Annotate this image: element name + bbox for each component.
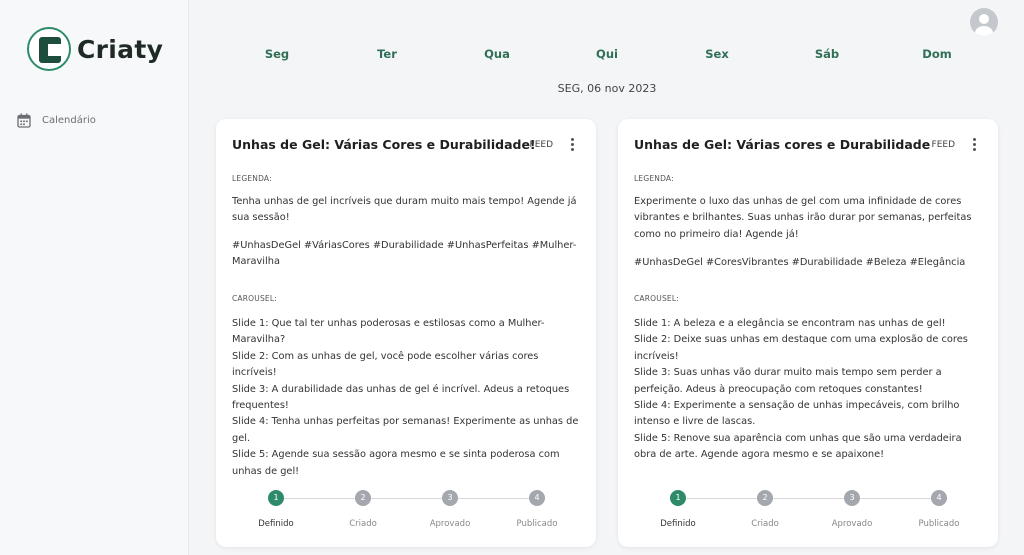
- carousel-slides: Slide 1: A beleza e a elegância se encon…: [634, 316, 984, 464]
- carousel-label: CAROUSEL:: [634, 294, 679, 303]
- status-stepper: 1 2 3 4 Definido Criado Aprovado Publica…: [618, 490, 998, 535]
- day-sab[interactable]: Sáb: [815, 47, 839, 61]
- more-options-icon[interactable]: [568, 138, 576, 152]
- post-type-badge: FEED: [931, 140, 955, 150]
- step-connector: [284, 498, 363, 499]
- step-4[interactable]: 4: [931, 490, 947, 506]
- day-sex[interactable]: Sex: [705, 47, 729, 61]
- weekday-header: Seg Ter Qua Qui Sex Sáb Dom: [0, 47, 1024, 61]
- carousel-slide: Slide 4: Experimente a sensação de unhas…: [634, 400, 960, 428]
- step-connector: [371, 498, 450, 499]
- day-qua[interactable]: Qua: [484, 47, 510, 61]
- hashtags-text: #UnhasDeGel #CoresVibrantes #Durabilidad…: [634, 257, 966, 268]
- sidebar: Criaty Calendário: [0, 0, 189, 555]
- carousel-slide: Slide 3: A durabilidade das unhas de gel…: [232, 383, 570, 412]
- selected-date: SEG, 06 nov 2023: [557, 82, 657, 95]
- step-label: Publicado: [516, 519, 558, 529]
- step-1[interactable]: 1: [268, 490, 284, 506]
- day-qui[interactable]: Qui: [596, 47, 618, 61]
- day-ter[interactable]: Ter: [377, 47, 397, 61]
- step-connector: [686, 498, 765, 499]
- step-2[interactable]: 2: [757, 490, 773, 506]
- step-label: Definido: [660, 519, 696, 529]
- sidebar-item-label: Calendário: [42, 115, 96, 126]
- carousel-slides: Slide 1: Que tal ter unhas poderosas e e…: [232, 316, 582, 480]
- caption-text: Experimente o luxo das unhas de gel com …: [634, 196, 972, 240]
- carousel-slide: Slide 3: Suas unhas vão durar muito mais…: [634, 367, 942, 395]
- carousel-label: CAROUSEL:: [232, 294, 277, 303]
- step-label: Definido: [258, 519, 294, 529]
- step-3[interactable]: 3: [442, 490, 458, 506]
- step-4[interactable]: 4: [529, 490, 545, 506]
- post-type-badge: FEED: [529, 140, 553, 150]
- carousel-slide: Slide 5: Renove sua aparência com unhas …: [634, 432, 962, 461]
- carousel-slide: Slide 2: Com as unhas de gel, você pode …: [232, 350, 539, 379]
- card-title: Unhas de Gel: Várias cores e Durabilidad…: [634, 137, 931, 152]
- step-connector: [458, 498, 537, 499]
- sidebar-item-calendario[interactable]: Calendário: [17, 113, 96, 128]
- carousel-slide: Slide 2: Deixe suas unhas em destaque co…: [634, 334, 968, 362]
- hashtags-text: #UnhasDeGel #VáriasCores #Durabilidade #…: [232, 240, 577, 268]
- step-label: Criado: [349, 519, 377, 529]
- carousel-slide: Slide 4: Tenha unhas perfeitas por seman…: [232, 416, 579, 444]
- caption-text: Tenha unhas de gel incríveis que duram m…: [232, 196, 577, 224]
- step-2[interactable]: 2: [355, 490, 371, 506]
- more-options-icon[interactable]: [970, 138, 978, 152]
- post-card: Unhas de Gel: Várias cores e Durabilidad…: [618, 119, 998, 547]
- post-card: Unhas de Gel: Várias Cores e Durabilidad…: [216, 119, 596, 547]
- status-stepper: 1 2 3 4 Definido Criado Aprovado Publica…: [216, 490, 596, 535]
- step-label: Aprovado: [831, 519, 873, 529]
- day-seg[interactable]: Seg: [265, 47, 289, 61]
- calendar-icon: [17, 113, 31, 128]
- step-label: Publicado: [918, 519, 960, 529]
- step-label: Aprovado: [429, 519, 471, 529]
- step-1[interactable]: 1: [670, 490, 686, 506]
- user-avatar-icon[interactable]: [970, 8, 998, 36]
- carousel-slide: Slide 5: Agende sua sessão agora mesmo e…: [232, 449, 560, 477]
- step-3[interactable]: 3: [844, 490, 860, 506]
- caption-label: LEGENDA:: [634, 174, 674, 183]
- caption-label: LEGENDA:: [232, 174, 272, 183]
- carousel-slide: Slide 1: A beleza e a elegância se encon…: [634, 318, 946, 329]
- day-dom[interactable]: Dom: [922, 47, 951, 61]
- carousel-slide: Slide 1: Que tal ter unhas poderosas e e…: [232, 318, 545, 346]
- card-title: Unhas de Gel: Várias Cores e Durabilidad…: [232, 137, 536, 152]
- step-connector: [860, 498, 939, 499]
- step-label: Criado: [751, 519, 779, 529]
- step-connector: [773, 498, 852, 499]
